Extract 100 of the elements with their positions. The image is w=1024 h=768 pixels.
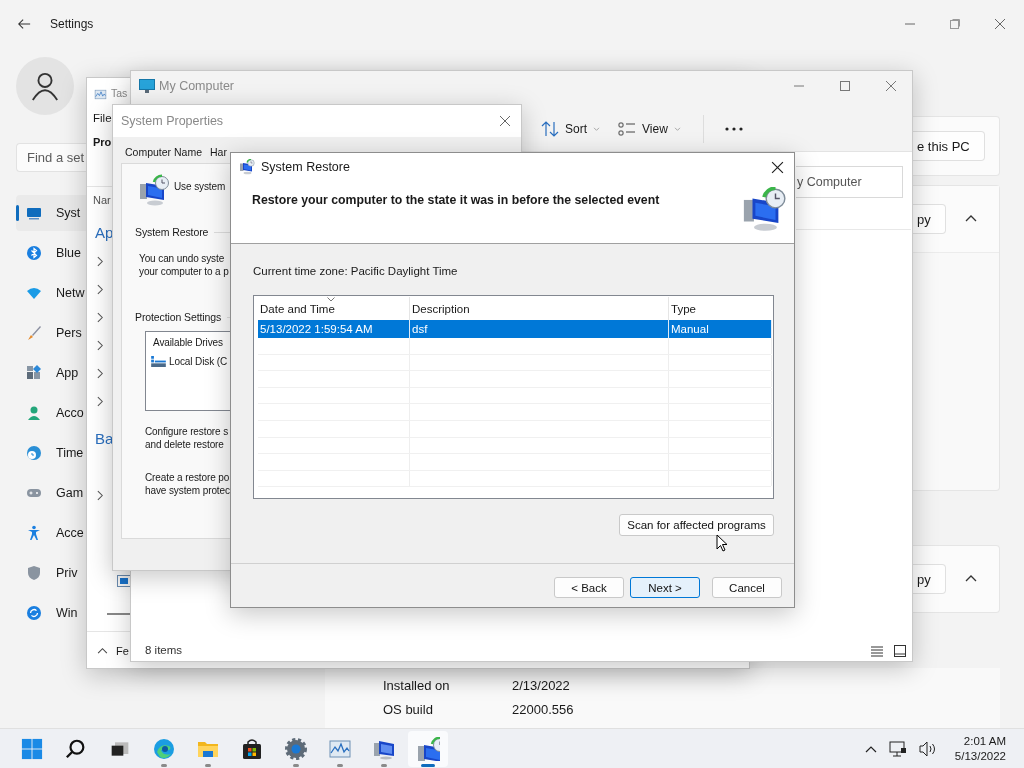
group-label: System Restore [135,226,209,238]
dialog-button[interactable]: Cancel [712,577,782,598]
expand-chevron-icon[interactable] [97,396,104,407]
caret-icon [673,126,681,132]
clock-time[interactable]: 2:01 AM [963,733,1006,749]
window-title: System Properties [121,114,224,128]
nav-item[interactable]: Priv [16,555,86,591]
restore-icon [239,159,255,175]
address-field[interactable]: y Computer [796,166,903,198]
windows-logo-icon[interactable] [21,737,43,760]
window-title: System Restore [261,160,350,174]
sort-icon [541,121,559,137]
chart-icon [93,88,108,101]
nav-item[interactable]: App [16,355,86,391]
dialog-button[interactable]: < Back [554,577,624,598]
close-icon[interactable] [771,160,784,174]
bluetooth-icon [26,245,42,261]
mouse-cursor-icon [716,534,728,552]
search-field[interactable]: Find a set [16,143,86,172]
card-button[interactable]: py [913,564,946,594]
caret-icon [593,126,600,132]
window-title: My Computer [159,79,235,93]
wifi-icon [26,285,42,301]
expand-chevron-icon[interactable] [97,368,104,379]
monitor-icon [139,79,155,93]
person-icon [26,405,42,421]
brush-icon [26,325,42,341]
clock-date[interactable]: 5/13/2022 [954,748,1006,764]
info-label: Installed on [383,678,451,693]
shopping-bag-icon [240,736,264,761]
restore-icon [416,736,440,761]
search-icon[interactable] [65,737,87,760]
group-heading: Ba [95,430,114,447]
tab[interactable]: Computer Name [125,143,203,159]
group-label: Protection Settings [135,311,222,323]
expand-chevron-icon[interactable] [97,284,104,295]
nav-item[interactable]: Time [16,435,86,471]
settings-icon [284,736,308,761]
tiles-view-icon[interactable] [894,645,906,657]
expand-chevron-icon[interactable] [97,312,104,323]
sort-caret-icon [327,297,335,302]
tab[interactable]: Har [210,143,227,159]
restore-icon [138,174,170,208]
table-row[interactable]: 5/13/2022 1:59:54 AM dsf Manual [258,320,771,338]
nav-item[interactable]: Blue [16,235,86,271]
expand-chevron-icon[interactable] [97,256,104,267]
description-text: Configure restore s and delete restore [145,425,229,451]
drive-icon [151,356,166,367]
column-header[interactable]: Nar [93,194,111,206]
nav-item[interactable]: Acco [16,395,86,431]
view-button[interactable]: View [612,117,687,141]
table-cell: 5/13/2022 1:59:54 AM [258,320,410,338]
view-icon [618,121,636,137]
scan-button[interactable]: Scan for affected programs [619,514,774,536]
card-button[interactable]: e this PC [913,131,985,161]
info-value: 22000.556 [512,702,575,717]
accessibility-icon [26,525,42,541]
card-button[interactable]: py [913,204,946,234]
drive-item[interactable]: Local Disk (C [151,356,233,367]
dialog-heading: Restore your computer to the state it was in before the selected event [252,193,661,207]
expand-chevron-icon[interactable] [97,490,104,501]
back-icon[interactable] [17,17,31,31]
table-cell: Manual [669,320,772,338]
maximize-icon[interactable] [949,18,961,30]
drives-list[interactable]: Available Drives Local Disk (C [145,331,233,411]
tab[interactable]: Pro [93,136,112,148]
more-icon[interactable] [723,127,744,131]
description-text: You can undo syste your computer to a p [139,252,229,278]
nav-item[interactable]: Pers [16,315,86,351]
shield-icon [26,565,42,581]
status-text: 8 items [145,644,183,656]
refresh-icon [26,605,42,621]
expand-chevron-icon[interactable] [97,340,104,351]
nav-item[interactable]: Win [16,595,86,631]
footer-link[interactable]: Fe [116,644,129,657]
window-title: Tas [111,87,128,99]
table-cell: dsf [410,320,669,338]
browser-icon [152,736,176,761]
description-text: Create a restore po have system protec [145,471,230,497]
info-value: 2/13/2022 [512,678,571,693]
nav-item[interactable]: Acce [16,515,86,551]
column-header[interactable]: Type [669,297,772,320]
details-view-icon[interactable] [871,645,883,657]
monitor-icon [26,205,42,221]
volume-icon[interactable] [918,740,937,757]
dialog-button[interactable]: Next > [630,577,700,598]
sort-button[interactable]: Sort [535,117,606,141]
apps-icon [26,365,42,381]
info-label: OS build [383,702,434,717]
caret-up-icon[interactable] [97,647,108,654]
network-icon[interactable] [888,740,907,757]
intro-text: Use system [174,181,226,192]
column-header: Available Drives [153,337,224,348]
taskbar-app[interactable] [408,730,448,767]
nav-item[interactable]: Gam [16,475,86,511]
caret-up-icon[interactable] [864,744,877,753]
menu-item[interactable]: File [93,112,112,124]
nav-item[interactable]: Netw [16,275,86,311]
maximize-icon[interactable] [839,80,851,92]
nav-item[interactable]: Syst [16,195,86,231]
